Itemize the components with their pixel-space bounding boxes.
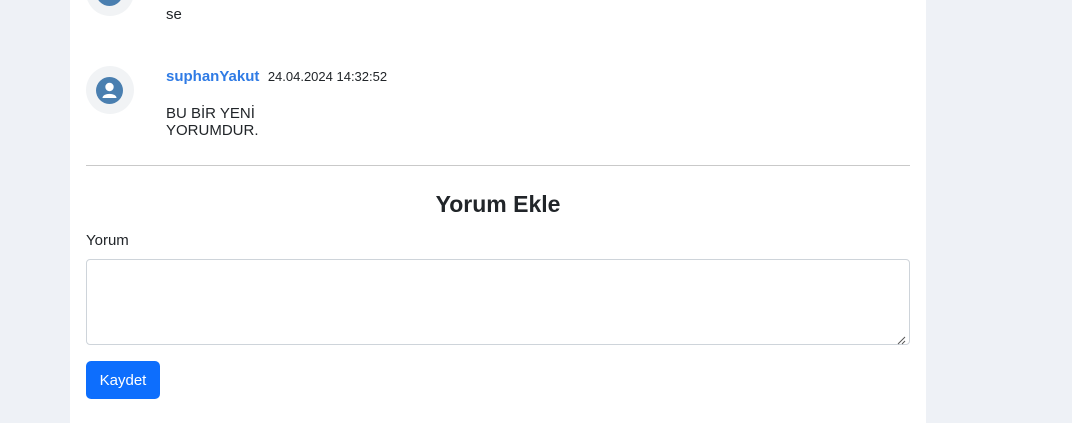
avatar xyxy=(86,66,134,114)
resize-grip-icon[interactable] xyxy=(896,332,906,345)
comment-text: BU BİR YENİ YORUMDUR. xyxy=(166,105,259,139)
user-icon xyxy=(96,0,123,6)
user-icon xyxy=(96,77,123,104)
comment-header: suphanYakut 24.04.2024 14:32:52 xyxy=(166,68,387,86)
avatar xyxy=(86,0,134,16)
comment-text: se xyxy=(166,6,182,23)
comment-textarea[interactable] xyxy=(86,259,910,345)
comment-field-label: Yorum xyxy=(86,232,129,249)
comment-timestamp: 24.04.2024 14:32:52 xyxy=(267,69,388,84)
divider xyxy=(86,165,910,166)
form-title: Yorum Ekle xyxy=(435,191,561,217)
comments-card: se suphanYakut 24.04.2024 14:32:52 BU Bİ… xyxy=(70,0,926,423)
comment-username[interactable]: suphanYakut xyxy=(166,68,259,85)
save-button[interactable]: Kaydet xyxy=(86,361,160,399)
